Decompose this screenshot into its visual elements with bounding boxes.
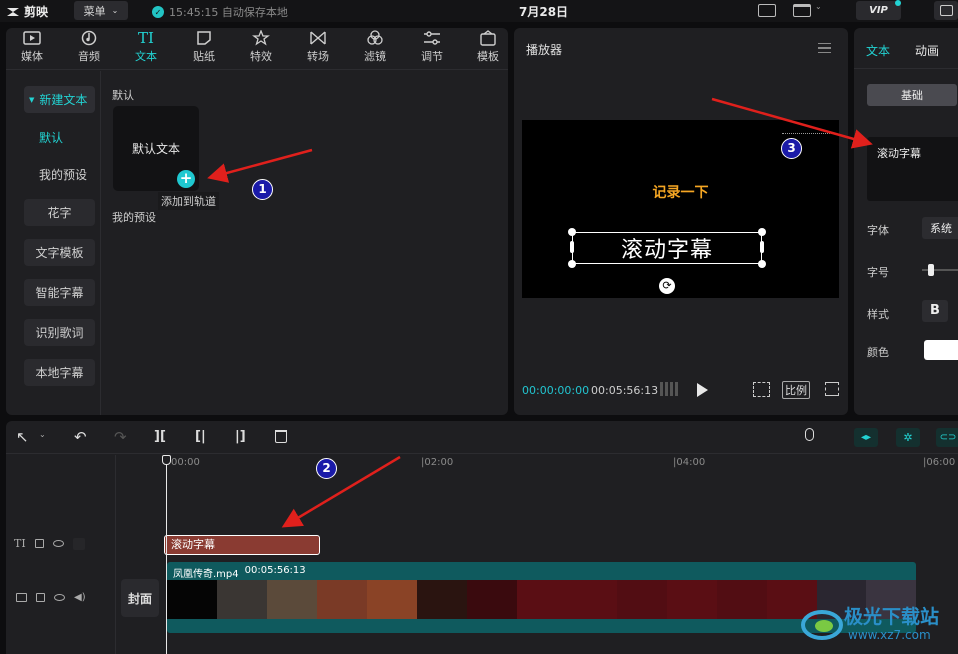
annotation-number: 2 — [322, 461, 331, 475]
annotation-badge-2: 2 — [316, 458, 337, 479]
annotation-badge-3: 3 — [781, 138, 802, 159]
watermark-logo-icon — [801, 610, 843, 640]
annotation-number: 1 — [258, 182, 267, 196]
annotation-arrow-2 — [281, 455, 401, 528]
annotation-arrow-1 — [207, 148, 313, 183]
annotation-badge-1: 1 — [252, 179, 273, 200]
annotation-arrow-3 — [711, 97, 873, 149]
watermark-title: 极光下载站 — [844, 606, 940, 628]
watermark: 极光下载站 www.xz7.com — [800, 600, 955, 650]
annotation-arrows — [207, 97, 873, 528]
annotation-number: 3 — [787, 141, 796, 155]
watermark-url: www.xz7.com — [848, 628, 931, 642]
